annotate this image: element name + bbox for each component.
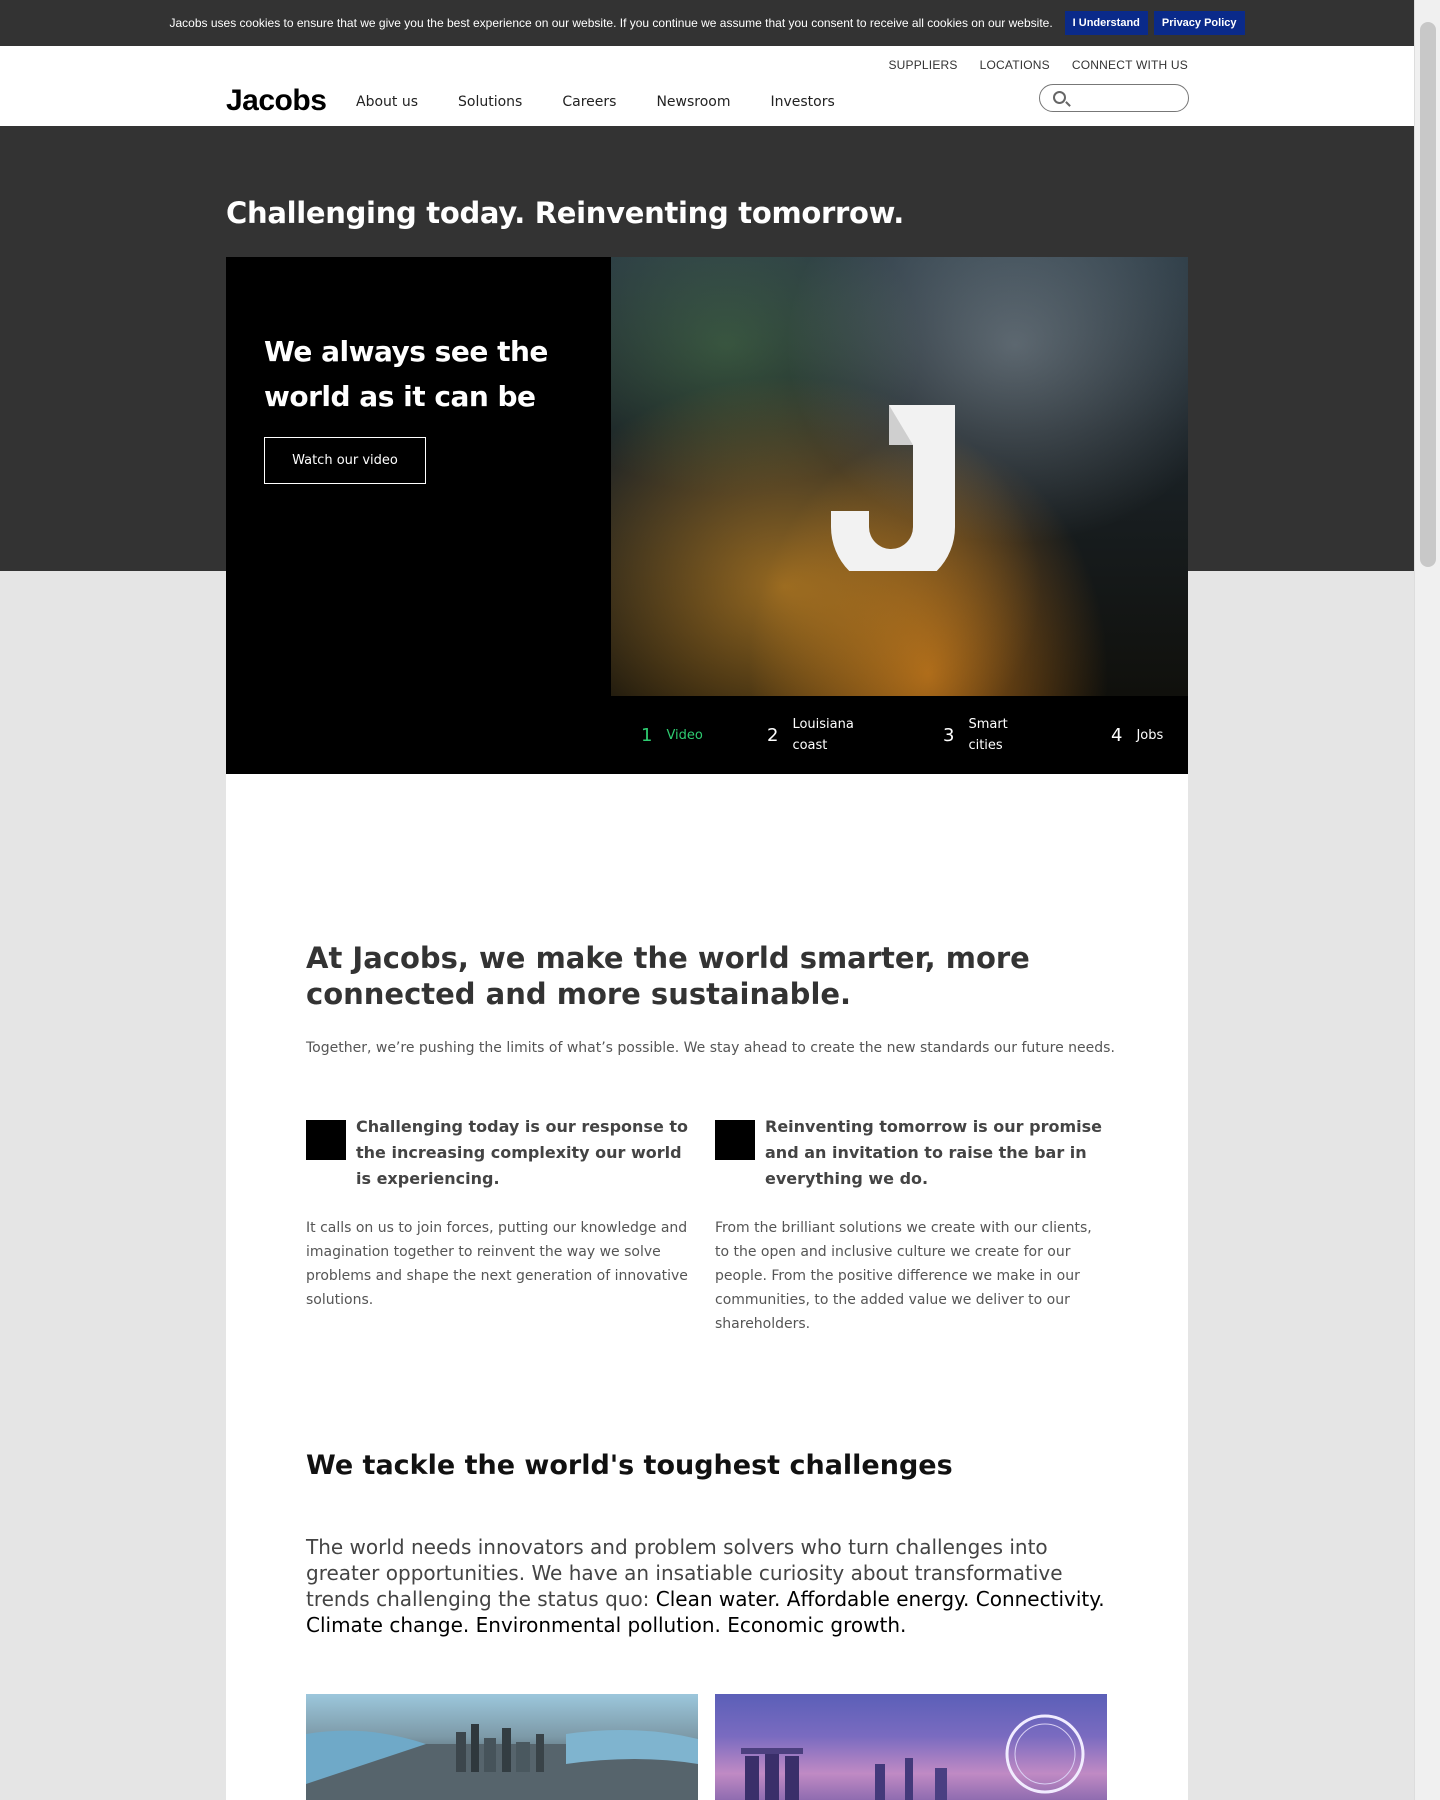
hero-heading: We always see the world as it can be <box>264 335 548 413</box>
intro-heading: At Jacobs, we make the world smarter, mo… <box>306 941 1030 1011</box>
marina-skyline-graphic <box>741 1714 1085 1800</box>
hero-tab-smart-cities[interactable]: 3 Smart cities <box>915 696 1073 774</box>
main-nav: About us Solutions Careers Newsroom Inve… <box>356 94 875 110</box>
site-header: SUPPLIERS LOCATIONS CONNECT WITH US Jaco… <box>0 46 1414 126</box>
watch-video-button[interactable]: Watch our video <box>264 437 426 484</box>
nav-item-about-us[interactable]: About us <box>356 94 418 110</box>
cookie-bar: Jacobs uses cookies to ensure that we gi… <box>0 0 1414 46</box>
hero-panel: We always see the world as it can be Wat… <box>226 257 1188 774</box>
hero-tab-jobs[interactable]: 4 Jobs <box>1073 696 1188 774</box>
hero-tab-number: 4 <box>1111 724 1123 746</box>
column-body: It calls on us to join forces, putting o… <box>306 1220 688 1308</box>
jacobs-logo[interactable]: Jacobs <box>226 84 327 118</box>
city-aerial-image[interactable] <box>306 1694 698 1800</box>
hero-tab-label: Smart cities <box>968 717 1008 753</box>
hero-tabs: 1 Video 2 Louisiana coast 3 Smart cities… <box>611 696 1188 774</box>
marina-bay-image[interactable] <box>715 1694 1107 1800</box>
hero-tab-louisiana-coast[interactable]: 2 Louisiana coast <box>737 696 915 774</box>
column-body: From the brilliant solutions we create w… <box>715 1220 1092 1332</box>
challenges-heading: We tackle the world's toughest challenge… <box>306 1450 953 1481</box>
scrollbar-thumb[interactable] <box>1420 22 1436 567</box>
hero-tab-number: 1 <box>641 724 653 746</box>
search-icon[interactable] <box>1053 91 1066 104</box>
cookie-understand-button[interactable]: I Understand <box>1064 11 1148 35</box>
hero-tab-label: Jobs <box>1136 727 1164 743</box>
nav-item-newsroom[interactable]: Newsroom <box>656 94 730 110</box>
black-square-icon <box>715 1120 755 1160</box>
jacobs-j-icon <box>831 405 955 571</box>
page-scrollbar[interactable] <box>1414 0 1440 1800</box>
challenges-body: The world needs innovators and problem s… <box>306 1534 1106 1638</box>
hero-tab-number: 2 <box>767 724 779 746</box>
hero-tab-video[interactable]: 1 Video <box>611 696 737 774</box>
hero-earth-image[interactable] <box>611 257 1188 696</box>
nav-item-solutions[interactable]: Solutions <box>458 94 522 110</box>
hero-tab-label: Louisiana coast <box>792 717 854 753</box>
hero-title: Challenging today. Reinventing tomorrow. <box>226 196 904 230</box>
search-input[interactable] <box>1074 89 1182 107</box>
util-link-suppliers[interactable]: SUPPLIERS <box>888 58 957 72</box>
nav-item-careers[interactable]: Careers <box>562 94 616 110</box>
main-content: At Jacobs, we make the world smarter, mo… <box>226 774 1188 1800</box>
column-lead: Challenging today is our response to the… <box>356 1117 688 1188</box>
hero-tab-number: 3 <box>943 724 955 746</box>
black-square-icon <box>306 1120 346 1160</box>
util-link-locations[interactable]: LOCATIONS <box>980 58 1050 72</box>
city-skyline-graphic <box>306 1724 698 1800</box>
column-lead: Reinventing tomorrow is our promise and … <box>765 1117 1102 1188</box>
hero-tab-label: Video <box>666 727 703 743</box>
privacy-policy-button[interactable]: Privacy Policy <box>1153 11 1245 35</box>
nav-item-investors[interactable]: Investors <box>770 94 834 110</box>
utility-nav: SUPPLIERS LOCATIONS CONNECT WITH US <box>866 58 1188 72</box>
search-box[interactable] <box>1039 84 1189 112</box>
intro-subtext: Together, we’re pushing the limits of wh… <box>306 1040 1115 1056</box>
cookie-message: Jacobs uses cookies to ensure that we gi… <box>169 16 1053 30</box>
util-link-connect[interactable]: CONNECT WITH US <box>1072 58 1188 72</box>
